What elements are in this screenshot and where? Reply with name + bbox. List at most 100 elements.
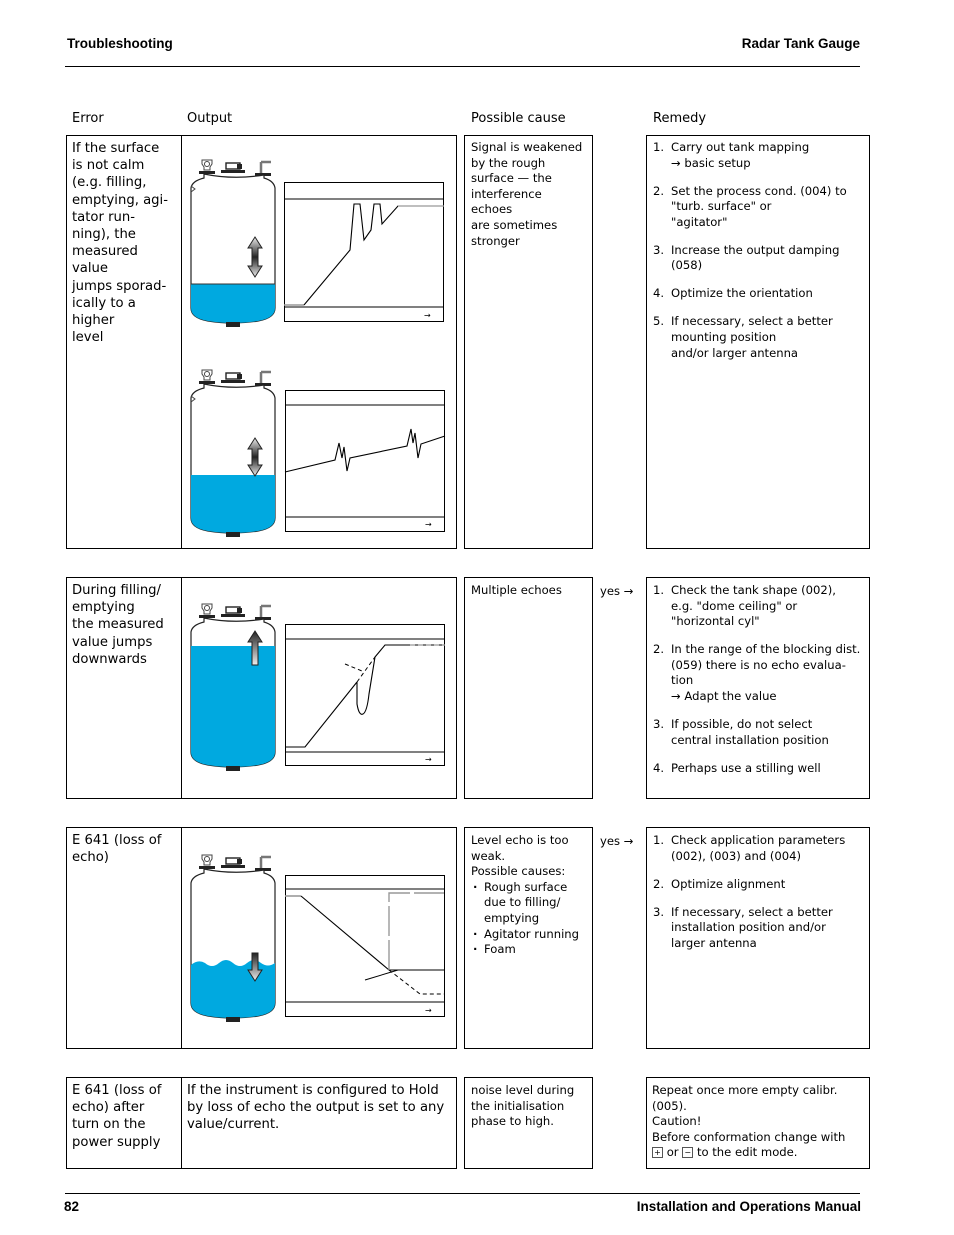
column-divider [181, 577, 182, 799]
text-line: Check the tank shape (002), [671, 583, 836, 597]
text-line: Carry out tank mapping [671, 140, 810, 154]
step-number: 1. [653, 583, 665, 597]
text-line: central installation position [671, 732, 829, 747]
remedy-text: Repeat once more empty calibr. (005). Ca… [652, 1083, 845, 1161]
text-line: If the instrument is configured to Hold [187, 1083, 439, 1098]
footer-manual-title: Installation and Operations Manual [636, 1199, 861, 1214]
text-line: In the range of the blocking dist. [671, 642, 861, 657]
axis-arrow: → [424, 311, 431, 320]
cause-box [464, 577, 593, 799]
text-line: Before conformation change with [652, 1129, 846, 1144]
text-line: phase to high. [471, 1114, 554, 1129]
text-fragment: or [666, 1145, 679, 1160]
axis-arrow: → [425, 755, 432, 764]
tank-fittings [199, 854, 271, 871]
tank-fittings [199, 159, 271, 176]
column-heading-error: Error [72, 111, 104, 126]
tank-liquid-wavy [191, 960, 275, 1018]
text-line: weak. [471, 848, 506, 863]
text-line: + or − to the edit mode. [652, 1145, 845, 1161]
text-line: by loss of echo the output is set to any [187, 1100, 445, 1116]
header-section-title: Troubleshooting [67, 36, 173, 51]
tank-illustration [190, 854, 276, 1022]
remedy-step: 4. Optimize the orientation [653, 286, 865, 302]
text-fragment: to the edit mode. [696, 1145, 798, 1160]
remedy-step: 1. Check the tank shape (002), e.g. "dome … [653, 583, 865, 630]
remedy-step: 5. If necessary, select a better mounting … [653, 314, 865, 361]
text-line: echo) after [72, 1100, 145, 1116]
column-divider [181, 135, 182, 549]
text-line: "agitator" [671, 214, 728, 229]
text-line: Multiple echoes [471, 583, 562, 597]
page-number: 82 [64, 1199, 80, 1214]
tank-drain [226, 766, 240, 771]
text-line: Agitator running [484, 926, 579, 941]
text-line: (005). [652, 1098, 687, 1113]
yes-arrow-label: yes → [600, 584, 634, 598]
text-line: If possible, do not select [671, 716, 813, 731]
text-line: ically to a [72, 295, 136, 311]
text-line: echo) [72, 850, 109, 866]
text-line: stronger [471, 233, 520, 248]
text-line: jumps sporad- [72, 278, 167, 294]
text-line: If necessary, select a better [671, 904, 833, 919]
axis-arrow: → [425, 520, 432, 529]
step-number: 4. [653, 286, 665, 301]
step-number: 3. [653, 904, 665, 919]
text-line: are sometimes [471, 217, 558, 232]
minus-key-icon: − [682, 1147, 694, 1159]
text-line: the measured [72, 617, 164, 633]
tank-drain [226, 1017, 240, 1022]
text-line: echoes [471, 202, 513, 217]
text-line: "horizontal cyl" [671, 614, 760, 629]
cause-bullet-list: Rough surfacedue to filling/emptying Agi… [471, 880, 589, 958]
text-line: Rough surface [484, 879, 568, 894]
text-line: E 641 (loss of [72, 833, 162, 848]
text-line: level [72, 330, 104, 346]
step-number: 1. [653, 140, 665, 154]
remedy-step: 4. Perhaps use a stilling well [653, 761, 865, 777]
remedy-step: 3. If possible, do not select central inst… [653, 717, 865, 748]
text-line: Optimize alignment [671, 876, 786, 891]
column-heading-remedy: Remedy [653, 111, 707, 126]
yes-arrow-label: yes → [600, 834, 634, 848]
error-description: E 641 (loss of echo) [72, 832, 161, 866]
text-line: noise level during [471, 1083, 575, 1097]
cause-text: Level echo is too weak. Possible causes:… [471, 833, 589, 958]
tank-fittings [199, 603, 271, 620]
tank-illustration [190, 603, 276, 771]
text-line: Increase the output damping [671, 242, 840, 257]
footer-rule [65, 1193, 860, 1194]
output-description: If the instrument is configured to Hold … [187, 1082, 444, 1134]
text-line: ning), the [72, 227, 136, 243]
step-number: 2. [653, 183, 665, 198]
step-number: 1. [653, 833, 665, 847]
remedy-step: 1. Carry out tank mapping → basic setup [653, 140, 865, 171]
remedy-list: 1. Check application parameters (002), (00… [653, 833, 865, 964]
text-line: value jumps [72, 634, 153, 650]
remedy-step: 2. Set the process cond. (004) to "turb. s… [653, 184, 865, 231]
column-heading-cause: Possible cause [471, 111, 566, 126]
text-line: emptying [484, 910, 540, 925]
column-divider [181, 1077, 182, 1169]
step-number: 2. [653, 876, 665, 891]
column-heading-output: Output [187, 111, 233, 126]
tank-illustration [190, 159, 276, 327]
text-line: (002), (003) and (004) [671, 848, 802, 863]
text-line: e.g. "dome ceiling" or [671, 598, 798, 613]
text-line: E 641 (loss of [72, 1083, 162, 1098]
tank-liquid [191, 646, 275, 767]
step-number: 3. [653, 716, 665, 731]
text-line: (059) there is no echo evalua- [671, 657, 846, 672]
text-line: (058) [671, 258, 703, 273]
text-line: tion [671, 673, 694, 688]
tank-drain [226, 322, 240, 327]
text-line: tator run- [72, 209, 136, 225]
tank-liquid [191, 475, 275, 533]
error-description: E 641 (loss of echo) after turn on the p… [72, 1082, 161, 1151]
text-line: value/current. [187, 1117, 280, 1133]
column-divider [181, 827, 182, 1049]
text-line: Possible causes: [471, 864, 566, 879]
text-line: power supply [72, 1134, 161, 1150]
text-line: Signal is weakened [471, 140, 583, 154]
